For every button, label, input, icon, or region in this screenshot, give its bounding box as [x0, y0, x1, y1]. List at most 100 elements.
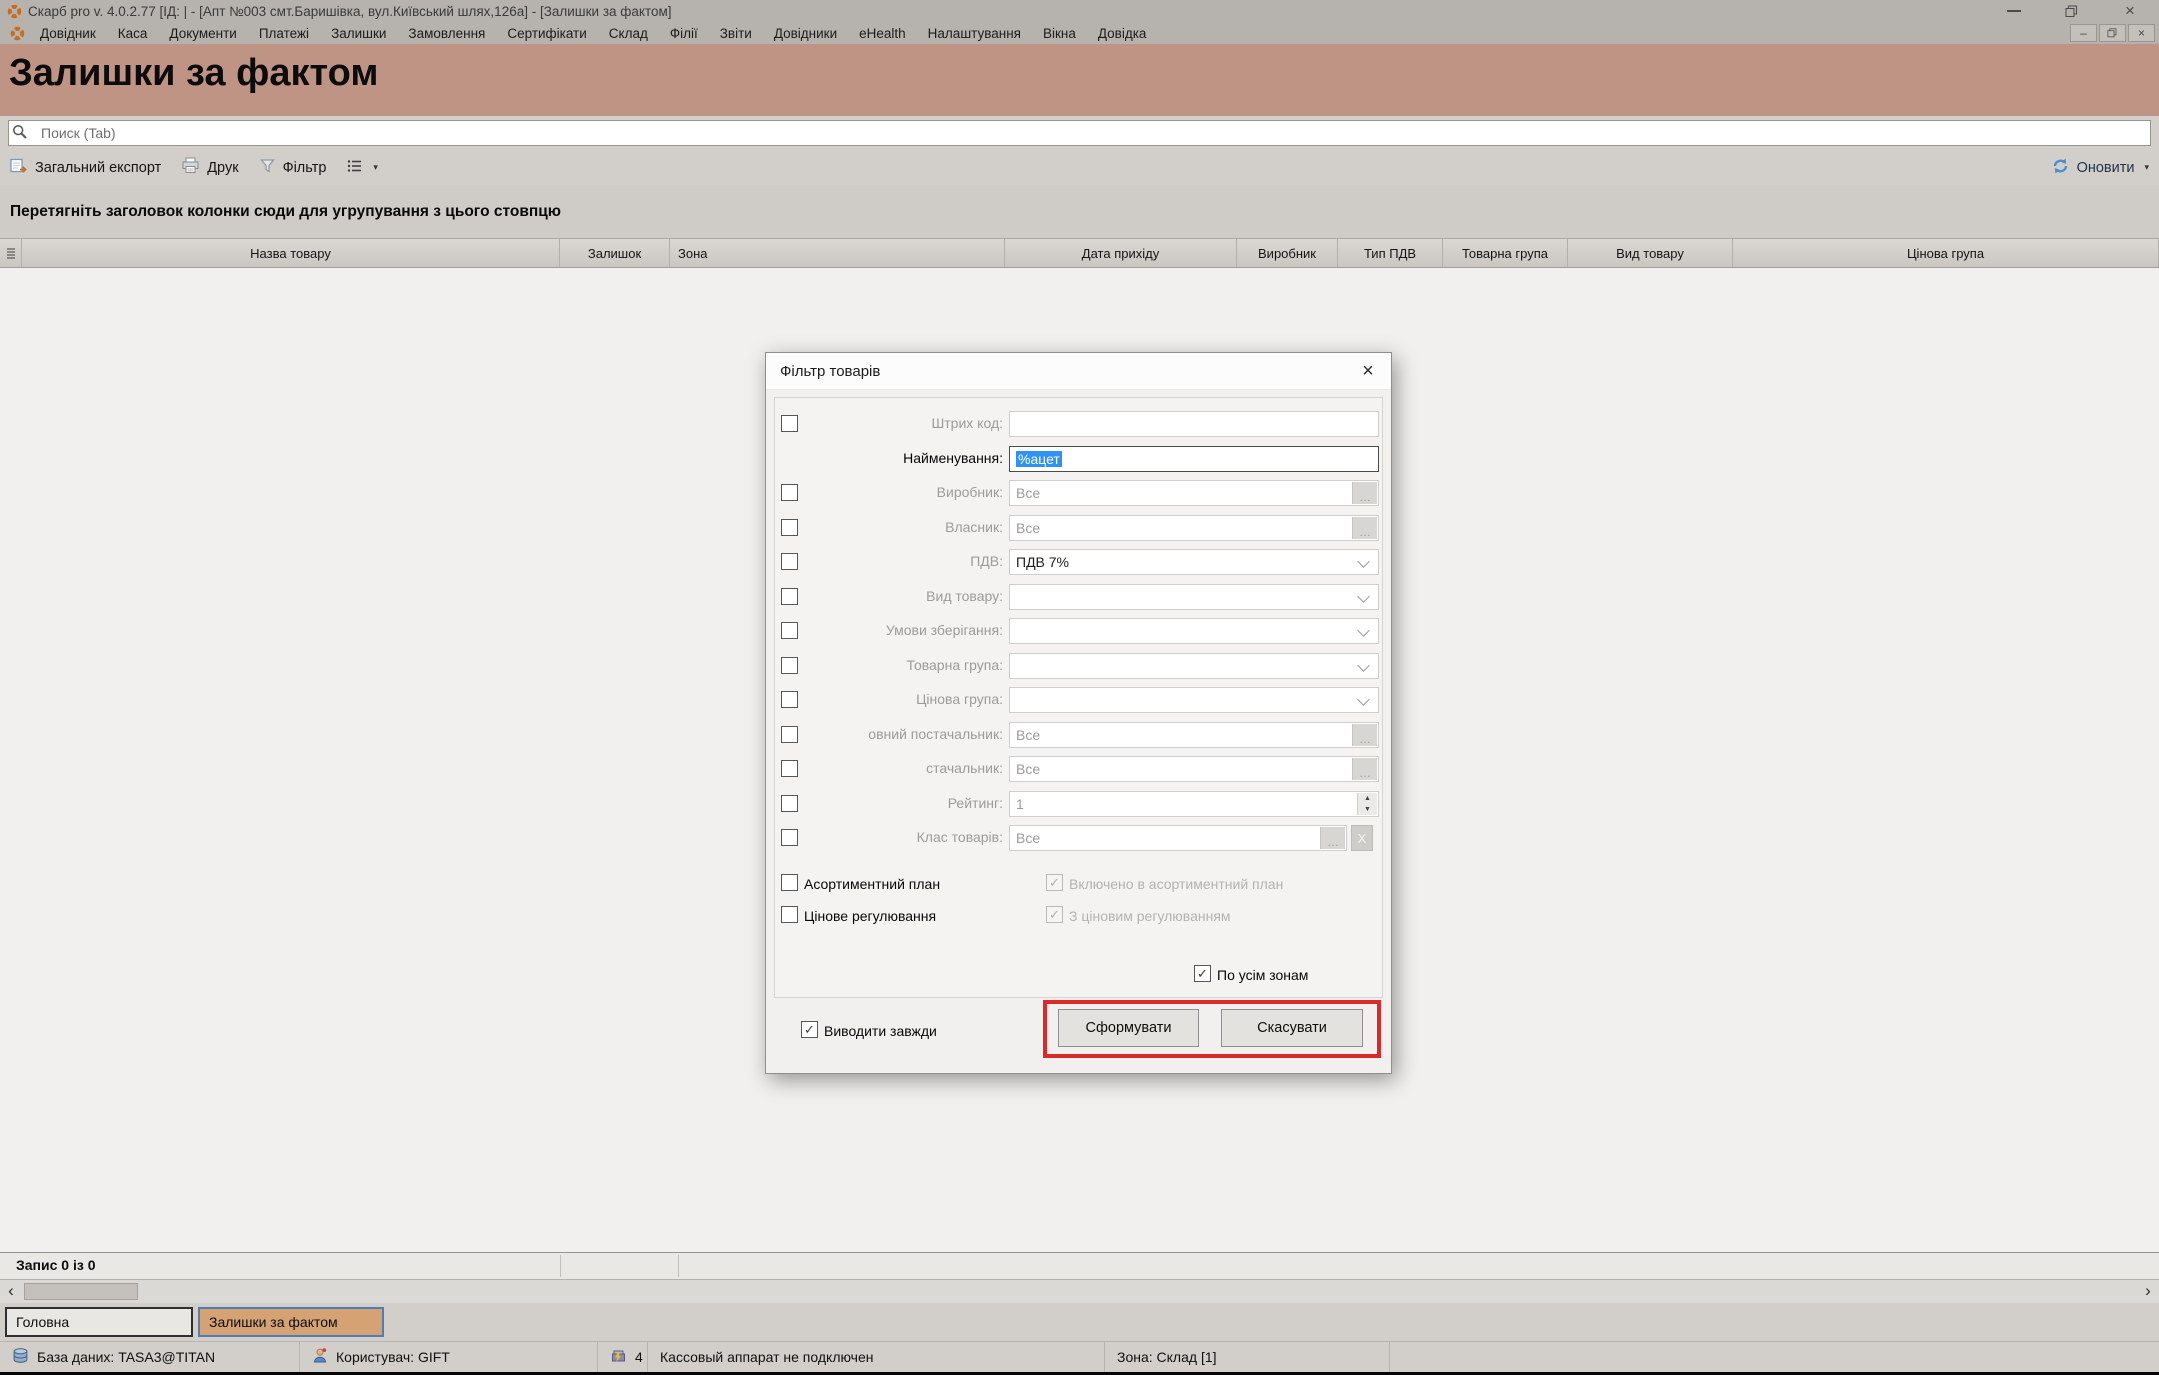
filter-funnel-icon [259, 158, 276, 178]
name-label: Найменування: [794, 450, 1003, 466]
cash-status-label: Кассовый аппарат не подключен [660, 1349, 874, 1365]
filter-button[interactable]: Фільтр [249, 154, 337, 182]
menu-item-zvity[interactable]: Звіти [709, 22, 763, 44]
column-header-vyrobnyk[interactable]: Виробник [1237, 239, 1338, 267]
search-input[interactable] [8, 120, 2151, 146]
export-icon [10, 157, 28, 178]
user-label: Користувач: GIFT [336, 1349, 450, 1365]
product-kind-combo[interactable] [1009, 584, 1379, 610]
window-title: Скарб pro v. 4.0.2.77 [ІД: | - [Апт №003… [28, 4, 672, 19]
menu-item-kasa[interactable]: Каса [107, 22, 159, 44]
minimize-button[interactable] [1985, 0, 2043, 22]
page-header: Залишки за фактом [0, 44, 2159, 116]
menu-item-dovidnyk[interactable]: Довідник [29, 22, 107, 44]
menu-item-dokumenty[interactable]: Документи [158, 22, 247, 44]
vat-chevron-down-icon [1357, 555, 1370, 568]
chevron-down-icon: ▾ [373, 162, 378, 173]
close-button[interactable]: × [2101, 0, 2159, 22]
horizontal-scrollbar[interactable]: ‹ › [0, 1280, 2159, 1303]
main-supplier-lookup[interactable]: Все … [1009, 722, 1379, 748]
price-group-combo[interactable] [1009, 687, 1379, 713]
price-group-label: Цінова група: [794, 691, 1003, 707]
product-group-combo[interactable] [1009, 653, 1379, 679]
mdi-minimize-button[interactable]: – [2070, 24, 2097, 42]
menu-item-filii[interactable]: Філії [659, 22, 709, 44]
user-icon [312, 1347, 328, 1367]
column-header-data-prykhidu[interactable]: Дата прихіду [1005, 239, 1237, 267]
table-header: Назва товаруЗалишокЗонаДата прихідуВироб… [0, 238, 2159, 268]
always-show-checkbox[interactable] [801, 1021, 818, 1038]
generate-button[interactable]: Сформувати [1058, 1009, 1199, 1047]
tab-home[interactable]: Головна [5, 1307, 193, 1337]
column-header-zalyshok[interactable]: Залишок [560, 239, 670, 267]
name-input[interactable]: %ацет [1009, 446, 1379, 472]
print-button[interactable]: Друк [171, 154, 248, 182]
product-class-clear-button[interactable]: X [1351, 825, 1373, 851]
title-bar: Скарб pro v. 4.0.2.77 [ІД: | - [Апт №003… [0, 0, 2159, 22]
price-regulation-label: Цінове регулювання [804, 908, 936, 924]
dialog-title: Фільтр товарів [780, 363, 880, 380]
refresh-icon [2051, 157, 2070, 179]
menu-item-platezhi[interactable]: Платежі [248, 22, 320, 44]
product-class-browse-button[interactable]: … [1320, 827, 1345, 849]
product-class-lookup[interactable]: Все … [1009, 825, 1347, 851]
column-header-nazva-tovaru[interactable]: Назва товару [22, 239, 560, 267]
assortment-plan-checkbox[interactable] [781, 874, 798, 891]
mdi-close-button[interactable]: × [2128, 24, 2155, 42]
with-price-regulation-label: З ціновим регулюванням [1069, 908, 1231, 924]
rating-spinner[interactable]: 1 ▲▼ [1009, 791, 1379, 817]
owner-browse-button[interactable]: … [1352, 517, 1377, 539]
supplier-browse-button[interactable]: … [1352, 758, 1377, 780]
menu-item-sertyfikaty[interactable]: Сертифікати [496, 22, 597, 44]
rating-up-arrow[interactable]: ▲ [1357, 793, 1377, 804]
devices-count: 4 [635, 1349, 643, 1365]
dialog-close-icon[interactable]: × [1345, 353, 1391, 389]
devices-icon [610, 1348, 627, 1367]
name-input-selection: %ацет [1016, 451, 1062, 467]
menu-item-vikna[interactable]: Вікна [1032, 22, 1087, 44]
manufacturer-browse-button[interactable]: … [1352, 482, 1377, 504]
vat-label: ПДВ: [794, 553, 1003, 569]
tab-stock-by-fact[interactable]: Залишки за фактом [198, 1307, 384, 1337]
column-header-zona[interactable]: Зона [670, 239, 1005, 267]
dialog-title-bar: Фільтр товарів × [766, 353, 1391, 390]
menu-item-dovidka[interactable]: Довідка [1087, 22, 1158, 44]
record-count-text: Запис 0 із 0 [16, 1257, 96, 1273]
assortment-plan-label: Асортиментний план [804, 876, 940, 892]
scroll-right-arrow[interactable]: › [2139, 1280, 2157, 1302]
scrollbar-thumb[interactable] [24, 1283, 138, 1300]
column-header-tsinova-hrupa[interactable]: Цінова група [1733, 239, 2159, 267]
scroll-left-arrow[interactable]: ‹ [2, 1280, 20, 1302]
barcode-input[interactable] [1009, 411, 1379, 437]
supplier-lookup[interactable]: Все … [1009, 756, 1379, 782]
menu-item-zamovlennia[interactable]: Замовлення [397, 22, 496, 44]
search-icon [12, 124, 28, 145]
refresh-button[interactable]: Оновити ▾ [2051, 157, 2159, 179]
columns-menu-button[interactable]: ▾ [336, 154, 388, 182]
all-zones-checkbox[interactable] [1194, 965, 1211, 982]
all-zones-label: По усім зонам [1217, 967, 1308, 983]
rating-down-arrow[interactable]: ▼ [1357, 804, 1377, 815]
vat-combo[interactable]: ПДВ 7% [1009, 549, 1379, 575]
main-supplier-browse-button[interactable]: … [1352, 724, 1377, 746]
export-button[interactable]: Загальний експорт [0, 154, 171, 182]
menu-item-sklad[interactable]: Склад [598, 22, 659, 44]
menu-item-dovidnyky[interactable]: Довідники [763, 22, 848, 44]
manufacturer-lookup[interactable]: Все … [1009, 480, 1379, 506]
product-kind-chevron-down-icon [1357, 590, 1370, 603]
cancel-button[interactable]: Скасувати [1221, 1009, 1363, 1047]
menu-item-zalyshky[interactable]: Залишки [320, 22, 397, 44]
price-regulation-checkbox[interactable] [781, 906, 798, 923]
storage-combo[interactable] [1009, 618, 1379, 644]
restore-button[interactable] [2043, 0, 2101, 22]
owner-lookup[interactable]: Все … [1009, 515, 1379, 541]
menu-logo-icon [10, 26, 25, 41]
menu-item-nalashtuvannia[interactable]: Налаштування [917, 22, 1032, 44]
product-kind-label: Вид товару: [794, 588, 1003, 604]
column-header-typ-pdv[interactable]: Тип ПДВ [1338, 239, 1443, 267]
mdi-restore-button[interactable] [2099, 24, 2126, 42]
menu-item-ehealth[interactable]: eHealth [848, 22, 917, 44]
filter-dialog: Фільтр товарів × Штрих код: Найменування… [765, 352, 1392, 1074]
column-header-vyd-tovaru[interactable]: Вид товару [1568, 239, 1733, 267]
column-header-tovarna-hrupa[interactable]: Товарна група [1443, 239, 1568, 267]
